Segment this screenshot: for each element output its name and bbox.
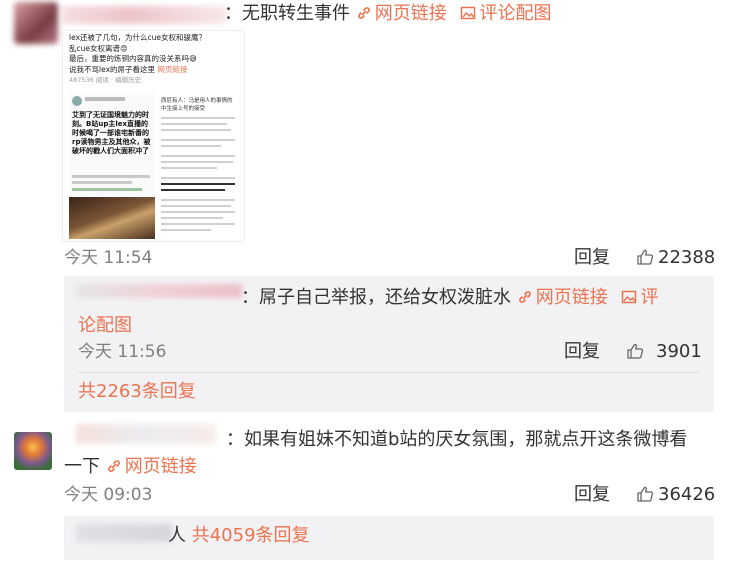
web-link[interactable]: 网页链接 [356, 3, 453, 24]
comment-image-link[interactable]: 评论配图 [460, 3, 551, 24]
comment-1: ：无职转生事件 网页链接 评论配图 lex还被了几句，为什么cue女权和骏鹰？ … [0, 0, 734, 272]
link-icon [107, 460, 120, 472]
reply-button[interactable]: 回复 [574, 484, 610, 506]
more-replies-link[interactable]: 共2263条回复 [78, 380, 196, 404]
reply-button[interactable]: 回复 [574, 247, 610, 269]
reply-preview: 人 共4059条回复 [64, 516, 714, 560]
like-button[interactable]: 3901 [626, 341, 702, 363]
link-icon [518, 291, 531, 303]
image-stats: 487536 阅读 · 编辑历史 [69, 76, 142, 84]
more-replies-link[interactable]: 共4059条回复 [192, 525, 310, 546]
thumbs-up-icon [627, 343, 644, 359]
username-redacted[interactable] [62, 6, 227, 24]
image-line: 说我不骂lex的屌子看这里 [69, 64, 156, 74]
reply-preview-users-redacted[interactable] [76, 524, 172, 542]
comment-time: 今天 09:03 [64, 485, 153, 505]
anime-thumbnail [69, 197, 155, 239]
reply-username-redacted[interactable] [76, 284, 242, 298]
reply-time: 今天 11:56 [78, 342, 167, 362]
comment-2: ：如果有姐妹不知道b站的厌女氛围，那就点开这条微博看 一下 网页链接 今天 09… [0, 420, 734, 566]
web-link-label: 网页链接 [124, 456, 197, 477]
comment-image-label: 评论配图 [479, 3, 552, 24]
comment-image-link[interactable]: 评 [621, 287, 658, 308]
comment-body: ：无职转生事件 [224, 3, 350, 24]
image-line: 乱cue女权离谱😡 [69, 43, 128, 53]
avatar[interactable] [14, 2, 58, 44]
like-count: 36426 [658, 484, 716, 505]
image-line: 最后，重要的炼铜内容真的没关系吗😅 [69, 54, 197, 63]
web-link[interactable]: 网页链接 [106, 456, 197, 477]
comment-image-link-continued[interactable]: 论配图 [78, 314, 132, 338]
inner-post-right-title: 西尼有人：马是用人的事情的中生接上号的接受 [161, 98, 233, 112]
username-redacted[interactable] [76, 424, 216, 444]
web-link-label: 网页链接 [535, 287, 608, 308]
avatar[interactable] [14, 432, 52, 470]
comment-image-label: 评 [640, 287, 659, 308]
image-line: lex还被了几句，为什么cue女权和骏鹰？ [69, 33, 206, 42]
comment-time: 今天 11:54 [64, 248, 153, 268]
reply-block: ：屌子自己举报，还给女权泼脏水 网页链接 评 论配图 今天 11:56 回复 3… [64, 276, 714, 412]
image-caption: lex还被了几句，为什么cue女权和骏鹰？ 乱cue女权离谱😡 最后，重要的炼铜… [69, 33, 241, 86]
link-icon [357, 7, 370, 19]
reply-text: ：屌子自己举报，还给女权泼脏水 网页链接 评 [241, 286, 658, 310]
comment-text: ：无职转生事件 网页链接 评论配图 [224, 2, 551, 26]
comment-body: ：如果有姐妹不知道b站的厌女氛围，那就点开这条微博看 [226, 429, 688, 450]
inner-post-text: 艾到了无证国境魅力的时刻。B站up主lex直播的时候喝了一部谁宅新番的rp读物男… [72, 111, 151, 155]
reply-preview-text: 人 共4059条回复 [168, 524, 310, 548]
like-count: 3901 [656, 341, 702, 362]
reply-body: ：屌子自己举报，还给女权泼脏水 [241, 287, 511, 308]
thumbs-up-icon [637, 486, 654, 502]
web-link[interactable]: 网页链接 [517, 287, 614, 308]
reply-preview-prefix: 人 [168, 525, 186, 546]
image-icon [461, 6, 476, 20]
comment-body-continued: 一下 [64, 456, 100, 477]
like-button[interactable]: 36426 [636, 484, 715, 506]
comment-text-line2: 一下 网页链接 [64, 455, 197, 479]
image-icon [622, 290, 637, 304]
like-button[interactable]: 22388 [636, 247, 715, 269]
like-count: 22388 [658, 247, 716, 268]
inner-post-left: 艾到了无证国境魅力的时刻。B站up主lex直播的时候喝了一部谁宅新番的rp读物男… [69, 93, 155, 239]
image-link: 网页链接 [157, 64, 188, 74]
thumbs-up-icon [637, 249, 654, 265]
inner-post-right: 西尼有人：马是用人的事情的中生接上号的接受 [159, 93, 239, 239]
web-link-label: 网页链接 [374, 3, 447, 24]
reply-button[interactable]: 回复 [564, 341, 600, 363]
comment-image[interactable]: lex还被了几句，为什么cue女权和骏鹰？ 乱cue女权离谱😡 最后，重要的炼铜… [62, 30, 245, 242]
